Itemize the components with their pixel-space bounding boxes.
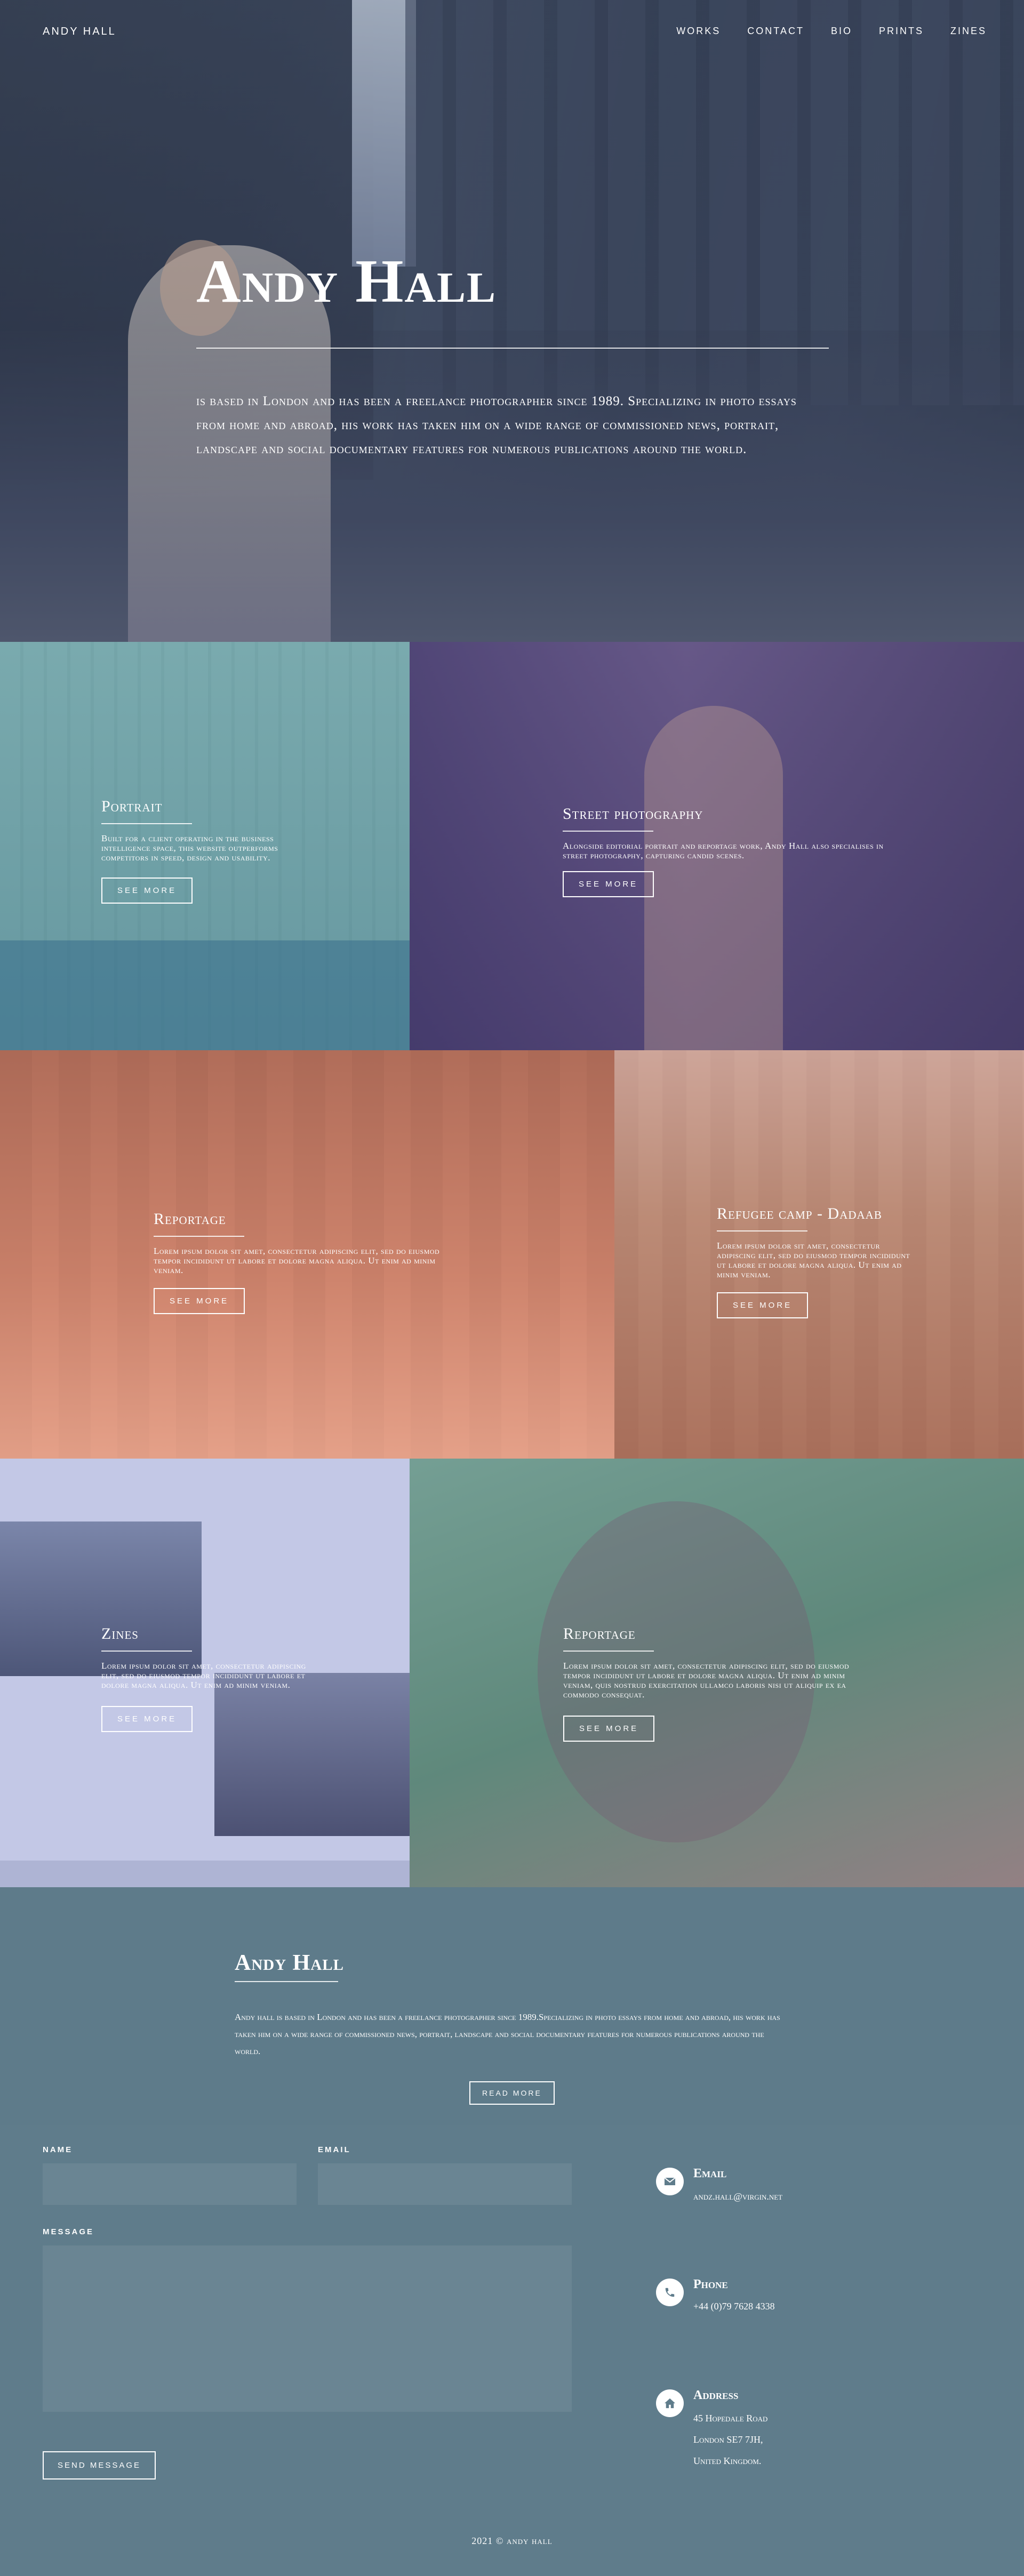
- email-icon: [656, 2168, 684, 2195]
- email-label: EMAIL: [318, 2145, 351, 2154]
- tile-divider: [717, 1230, 807, 1231]
- hero-divider: [196, 348, 829, 349]
- hero-section: ANDY HALL WORKS CONTACT BIO PRINTS ZINES…: [0, 0, 1024, 642]
- tile-title: Reportage: [154, 1210, 226, 1228]
- nav-item-prints[interactable]: PRINTS: [879, 26, 924, 37]
- tile-street-caption: Street photography Alongside editorial p…: [563, 805, 893, 897]
- tile-description: Built for a client operating in the busi…: [101, 833, 278, 863]
- nav-item-contact[interactable]: CONTACT: [747, 26, 804, 37]
- tile-title: Refugee camp - Dadaab: [717, 1205, 882, 1222]
- tile-refugee-caption: Refugee camp - Dadaab Lorem ipsum dolor …: [717, 1205, 919, 1318]
- tile-description: Alongside editorial portrait and reporta…: [563, 841, 884, 860]
- hero-title: Andy Hall: [196, 247, 497, 316]
- contact-section: NAME EMAIL MESSAGE SEND MESSAGE Email an…: [0, 2125, 1024, 2576]
- name-input[interactable]: [43, 2163, 297, 2205]
- see-more-button[interactable]: SEE MORE: [563, 1716, 655, 1742]
- tile-reportage-2-caption: Reportage Lorem ipsum dolor sit amet, co…: [563, 1625, 862, 1742]
- footer-copyright: 2021 © andy hall: [471, 2535, 553, 2546]
- email-value-link[interactable]: andz.hall@virgin.net: [693, 2191, 782, 2202]
- tile-title: Street photography: [563, 805, 703, 823]
- tile-reportage[interactable]: Reportage Lorem ipsum dolor sit amet, co…: [0, 1050, 614, 1459]
- tile-divider: [154, 1236, 244, 1237]
- tile-portrait-ground: [0, 940, 410, 1050]
- tile-description: Lorem ipsum dolor sit amet, consectetur …: [101, 1661, 306, 1690]
- nav-item-works[interactable]: WORKS: [676, 26, 721, 37]
- top-navigation: ANDY HALL WORKS CONTACT BIO PRINTS ZINES: [43, 26, 987, 42]
- tile-street-photography[interactable]: Street photography Alongside editorial p…: [410, 642, 1024, 1050]
- email-input[interactable]: [318, 2163, 572, 2205]
- address-line-1: 45 Hopedale Road: [693, 2413, 768, 2424]
- about-title: Andy Hall: [235, 1951, 344, 1975]
- nav-item-bio[interactable]: BIO: [831, 26, 852, 37]
- tile-title: Zines: [101, 1625, 139, 1643]
- tile-divider: [563, 1651, 654, 1652]
- tile-reportage-2[interactable]: Reportage Lorem ipsum dolor sit amet, co…: [410, 1459, 1024, 1887]
- address-line-2: London SE7 7JH,: [693, 2434, 763, 2445]
- about-section: Andy Hall Andy hall is based in London a…: [0, 1887, 1024, 2125]
- about-description: Andy hall is based in London and has bee…: [235, 2012, 780, 2056]
- about-divider: [235, 1981, 338, 1982]
- message-textarea[interactable]: [43, 2245, 572, 2412]
- see-more-button[interactable]: SEE MORE: [717, 1292, 809, 1318]
- phone-icon: [656, 2279, 684, 2306]
- tile-divider: [101, 1651, 192, 1652]
- tile-zines[interactable]: Zines Lorem ipsum dolor sit amet, consec…: [0, 1459, 410, 1887]
- message-label: MESSAGE: [43, 2227, 94, 2236]
- tile-zines-edge: [0, 1861, 410, 1887]
- tile-description: Lorem ipsum dolor sit amet, consectetur …: [563, 1661, 850, 1700]
- tile-description: Lorem ipsum dolor sit amet, consectetur …: [717, 1241, 910, 1279]
- tile-portrait-caption: Portrait Built for a client operating in…: [101, 798, 315, 904]
- email-title: Email: [693, 2167, 727, 2180]
- tile-reportage-caption: Reportage Lorem ipsum dolor sit amet, co…: [154, 1210, 452, 1314]
- home-icon: [656, 2389, 684, 2417]
- send-message-button[interactable]: SEND MESSAGE: [43, 2451, 156, 2480]
- tile-divider: [563, 831, 653, 832]
- nav-item-zines[interactable]: ZINES: [950, 26, 987, 37]
- main-menu: WORKS CONTACT BIO PRINTS ZINES: [676, 26, 987, 37]
- brand-logo-link[interactable]: ANDY HALL: [43, 26, 116, 38]
- tile-refugee-camp[interactable]: Refugee camp - Dadaab Lorem ipsum dolor …: [614, 1050, 1024, 1459]
- hero-description: is based in London and has been a freela…: [196, 394, 797, 456]
- address-line-3: United Kingdom.: [693, 2456, 762, 2466]
- tile-divider: [101, 823, 192, 824]
- name-label: NAME: [43, 2145, 73, 2154]
- see-more-button[interactable]: SEE MORE: [563, 871, 654, 897]
- phone-value: +44 (0)79 7628 4338: [693, 2301, 775, 2312]
- read-more-button[interactable]: READ MORE: [469, 2081, 555, 2105]
- tile-portrait[interactable]: Portrait Built for a client operating in…: [0, 642, 410, 1050]
- phone-title: Phone: [693, 2277, 728, 2291]
- address-title: Address: [693, 2388, 739, 2402]
- tile-zines-caption: Zines Lorem ipsum dolor sit amet, consec…: [101, 1625, 315, 1732]
- tile-description: Lorem ipsum dolor sit amet, consectetur …: [154, 1246, 440, 1275]
- tile-title: Portrait: [101, 798, 163, 815]
- see-more-button[interactable]: SEE MORE: [101, 878, 193, 904]
- see-more-button[interactable]: SEE MORE: [101, 1706, 193, 1732]
- tile-title: Reportage: [563, 1625, 636, 1643]
- see-more-button[interactable]: SEE MORE: [154, 1288, 245, 1314]
